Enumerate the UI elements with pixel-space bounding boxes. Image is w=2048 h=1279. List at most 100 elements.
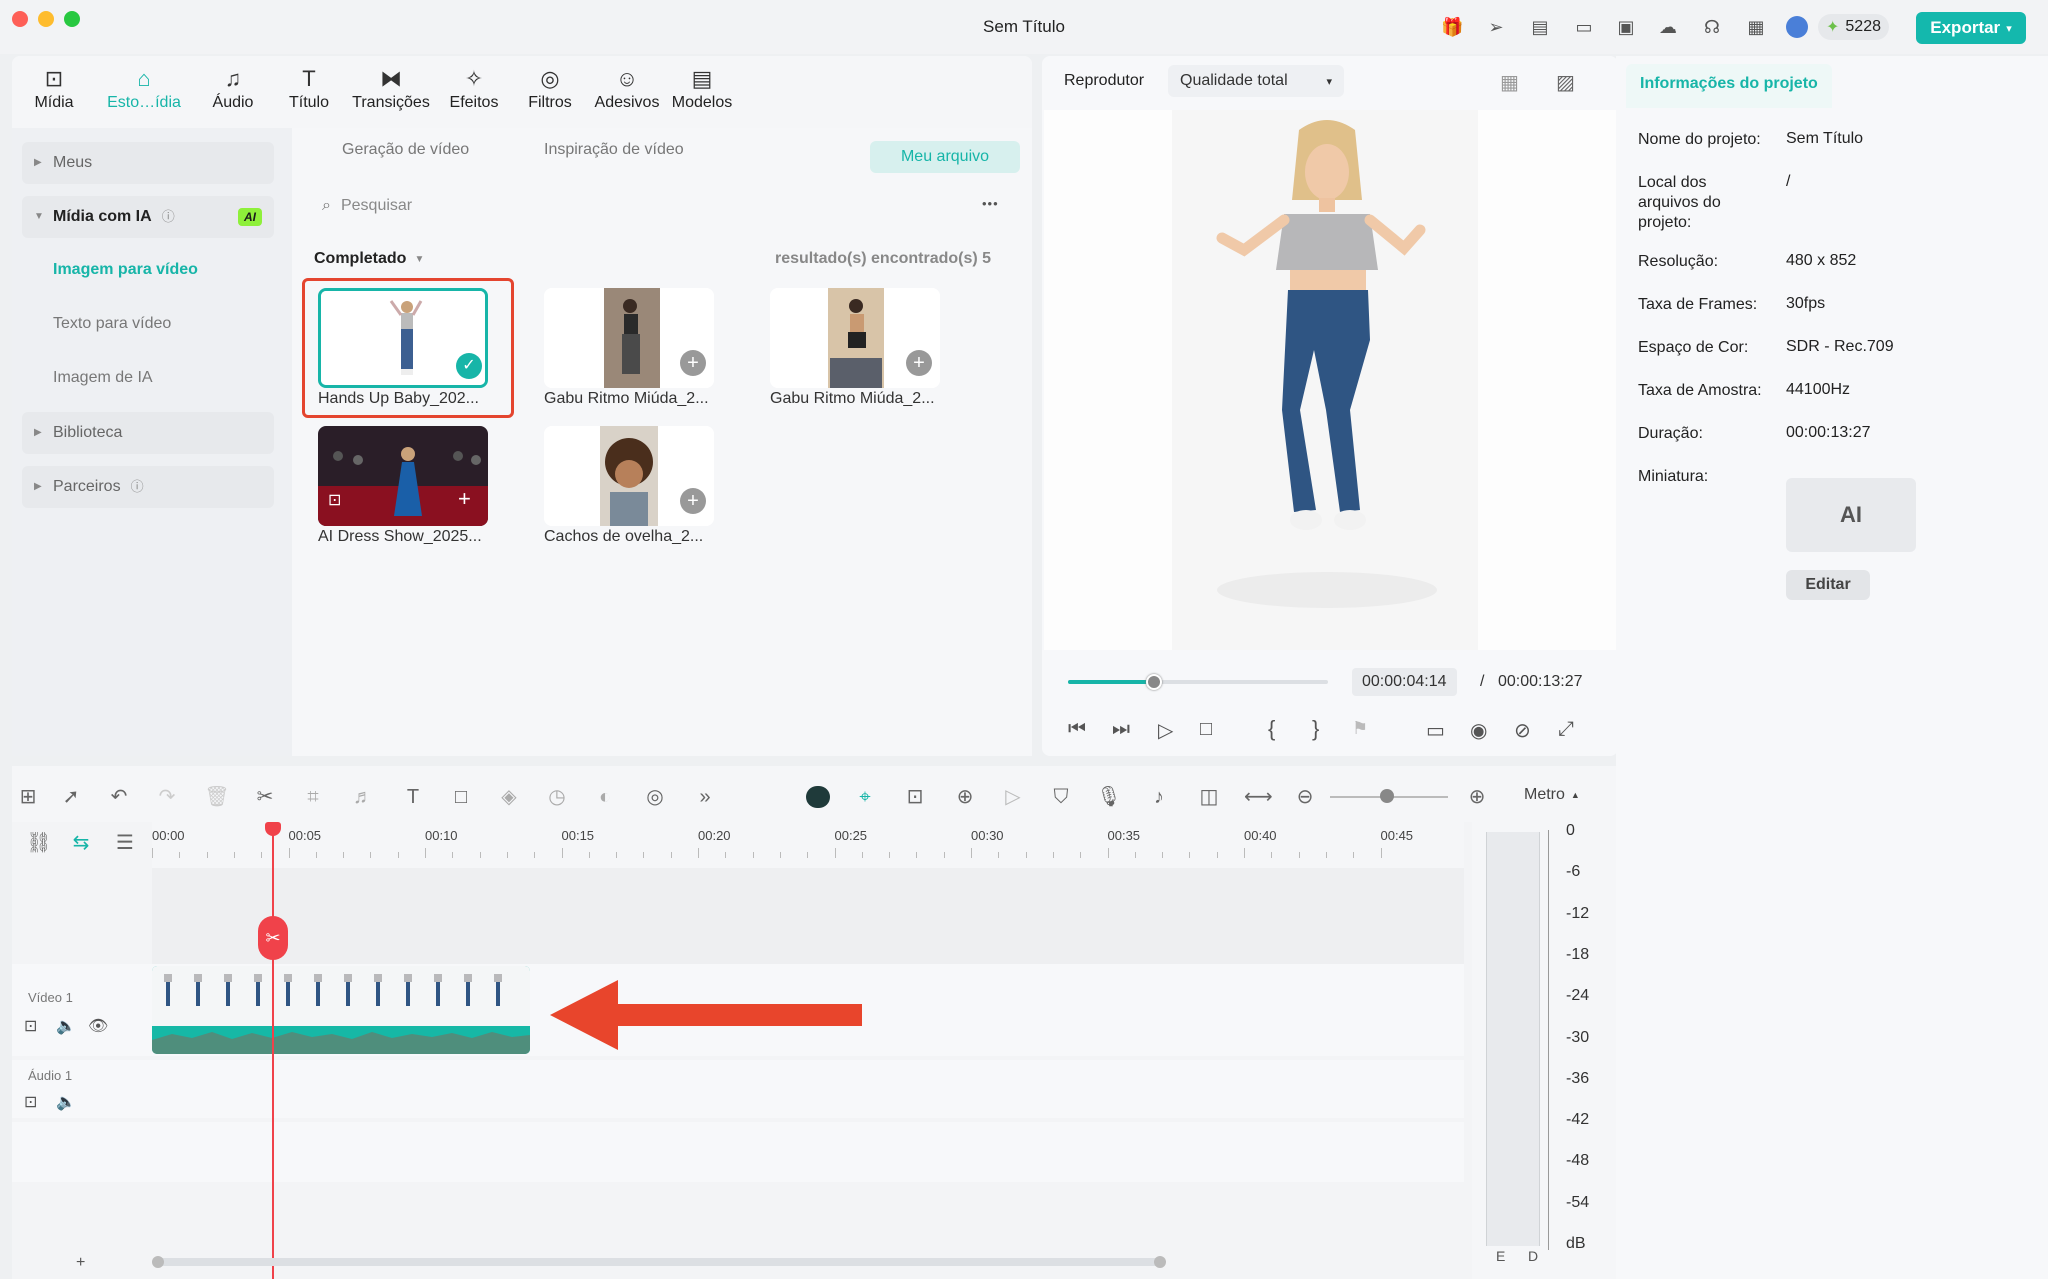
sidebar-item-imagem-de-ia[interactable]: Imagem de IA xyxy=(53,369,153,387)
send-icon[interactable]: ➢ xyxy=(1485,16,1507,38)
delete-icon[interactable]: 🗑 xyxy=(204,784,230,810)
sidebar-item-imagem-para-video[interactable]: Imagem para vídeo xyxy=(53,261,198,279)
message-icon[interactable]: ▤ xyxy=(1529,16,1551,38)
tab-stock-media[interactable]: ⌂ Esto…ídia xyxy=(96,64,192,112)
shield-icon[interactable]: ⛉ xyxy=(1048,784,1074,810)
tab-media[interactable]: ⊡ Mídia xyxy=(16,64,92,112)
track-settings-icon[interactable]: ☰ xyxy=(112,830,138,856)
sidebar-item-biblioteca[interactable]: ▶ Biblioteca xyxy=(22,412,274,454)
eye-icon[interactable]: 👁 xyxy=(88,1016,108,1036)
help-icon[interactable]: ⓘ xyxy=(162,209,175,224)
auto-reframe-icon[interactable]: ⊡ xyxy=(902,784,928,810)
stop-icon[interactable]: □ xyxy=(1200,718,1212,741)
playback-icon[interactable]: ▷ xyxy=(1000,784,1026,810)
tab-filters[interactable]: ◎ Filtros xyxy=(512,64,588,112)
tab-geracao-video[interactable]: Geração de vídeo xyxy=(342,141,469,159)
sidebar-item-midia-ia[interactable]: ▼ Mídia com IA ⓘ AI xyxy=(22,196,274,238)
fit-width-icon[interactable]: ⟷ xyxy=(1244,784,1273,810)
marker-icon[interactable]: ⚑ xyxy=(1352,718,1368,739)
fullscreen-icon[interactable]: ⤢ xyxy=(1558,718,1574,741)
link-icon[interactable]: ⇆ xyxy=(68,830,94,856)
mask-icon[interactable]: ◈ xyxy=(496,784,522,810)
more-tools-icon[interactable]: » xyxy=(692,784,718,810)
shape-icon[interactable]: □ xyxy=(448,784,474,810)
play-icon[interactable]: ▷ xyxy=(1158,718,1173,743)
video-clip[interactable] xyxy=(152,966,530,1054)
add-icon[interactable]: + xyxy=(458,486,471,512)
mark-out-icon[interactable]: } xyxy=(1312,716,1319,742)
edit-thumbnail-button[interactable]: Editar xyxy=(1786,570,1870,600)
tab-meu-arquivo[interactable]: Meu arquivo xyxy=(870,141,1020,173)
timeline-scrollbar[interactable] xyxy=(152,1258,1160,1266)
tab-audio[interactable]: ♫ Áudio xyxy=(195,64,271,112)
tab-stickers[interactable]: ☺ Adesivos xyxy=(588,64,666,112)
lock-icon[interactable]: ⊡ xyxy=(24,1092,37,1112)
split-icon[interactable]: ✂ xyxy=(252,784,278,810)
tab-inspiracao-video[interactable]: Inspiração de vídeo xyxy=(544,141,684,159)
mute-video-icon[interactable]: ⊘ xyxy=(1514,718,1531,743)
add-icon[interactable]: + xyxy=(680,488,706,514)
camera-icon[interactable]: ◉ xyxy=(1470,718,1487,743)
tab-templates[interactable]: ▤ Modelos xyxy=(664,64,740,112)
tab-title[interactable]: T Título xyxy=(271,64,347,112)
image-icon[interactable]: ▨ xyxy=(1556,70,1575,95)
previous-frame-icon[interactable]: ⏮ xyxy=(1068,718,1086,741)
add-icon[interactable]: + xyxy=(680,350,706,376)
display-icon[interactable]: ▭ xyxy=(1426,718,1445,743)
microphone-icon[interactable]: 🎙 xyxy=(1096,784,1122,810)
mark-in-icon[interactable]: { xyxy=(1268,716,1275,742)
avatar[interactable] xyxy=(1786,16,1808,38)
speaker-icon[interactable]: 🔈 xyxy=(56,1016,76,1036)
scissors-icon[interactable]: ✂ xyxy=(258,916,288,960)
gift-icon[interactable]: 🎁 xyxy=(1441,16,1463,38)
scrollbar-handle-left[interactable] xyxy=(152,1256,164,1268)
preview-quality-icon[interactable]: ◫ xyxy=(1196,784,1222,810)
list-item[interactable]: ✓ xyxy=(318,288,488,388)
undo-icon[interactable]: ↶ xyxy=(106,784,132,810)
ai-video-icon[interactable]: ⊕ xyxy=(952,784,978,810)
apps-grid-icon[interactable]: ▦ xyxy=(1745,16,1767,38)
playhead-line[interactable] xyxy=(272,824,274,1279)
select-tool-icon[interactable]: ➚ xyxy=(58,784,84,810)
color-icon[interactable]: ◐ xyxy=(592,784,618,810)
ai-assistant-icon[interactable] xyxy=(806,786,830,808)
current-time[interactable]: 00:00:04:14 xyxy=(1352,668,1457,696)
scrollbar-handle-right[interactable] xyxy=(1154,1256,1166,1268)
lock-icon[interactable]: ⊡ xyxy=(24,1016,37,1036)
audio-edit-icon[interactable]: ♬ xyxy=(350,784,376,810)
status-filter[interactable]: Completado ▼ xyxy=(314,250,424,268)
thumbnail-preview[interactable]: AI xyxy=(1786,478,1916,552)
export-button[interactable]: Exportar ▾ xyxy=(1916,12,2026,44)
crop-icon[interactable]: ⌗ xyxy=(300,784,326,810)
credits-badge[interactable]: ✦ 5228 xyxy=(1818,14,1889,40)
sidebar-item-texto-para-video[interactable]: Texto para vídeo xyxy=(53,315,171,333)
music-list-icon[interactable]: ♪ xyxy=(1146,784,1172,810)
zoom-in-icon[interactable]: ⊕ xyxy=(1464,784,1490,810)
grid-view-icon[interactable]: ▦ xyxy=(1500,70,1519,95)
ai-tool-icon[interactable]: ◎ xyxy=(642,784,668,810)
add-icon[interactable]: + xyxy=(906,350,932,376)
layout-icon[interactable]: ▭ xyxy=(1573,16,1595,38)
help-icon[interactable]: ⓘ xyxy=(131,479,144,494)
snap-icon[interactable]: ⌖ xyxy=(852,784,878,810)
speed-icon[interactable]: ◷ xyxy=(544,784,570,810)
quality-select[interactable]: Qualidade total ▾ xyxy=(1168,65,1344,97)
redo-icon[interactable]: ↷ xyxy=(154,784,180,810)
progress-handle[interactable] xyxy=(1145,674,1162,690)
unlink-icon[interactable]: ⛓ xyxy=(26,830,52,856)
tab-transitions[interactable]: ⧓ Transições xyxy=(346,64,436,112)
sidebar-item-parceiros[interactable]: ▶ Parceiros ⓘ xyxy=(22,466,274,508)
add-track-button[interactable]: + xyxy=(76,1254,85,1272)
sidebar-item-meus[interactable]: ▶ Meus xyxy=(22,142,274,184)
zoom-slider-handle[interactable] xyxy=(1380,789,1394,803)
search-input[interactable]: Pesquisar xyxy=(341,197,412,215)
list-item[interactable]: ⊡ + xyxy=(318,426,488,526)
list-item[interactable]: + xyxy=(544,426,714,526)
headset-icon[interactable]: ☊ xyxy=(1701,16,1723,38)
list-item[interactable]: + xyxy=(770,288,940,388)
cloud-upload-icon[interactable]: ☁ xyxy=(1657,16,1679,38)
text-tool-icon[interactable]: T xyxy=(400,784,426,810)
tab-effects[interactable]: ✧ Efeitos xyxy=(436,64,512,112)
layout-grid-icon[interactable]: ⊞ xyxy=(15,784,41,810)
more-options-icon[interactable]: ••• xyxy=(982,196,999,211)
